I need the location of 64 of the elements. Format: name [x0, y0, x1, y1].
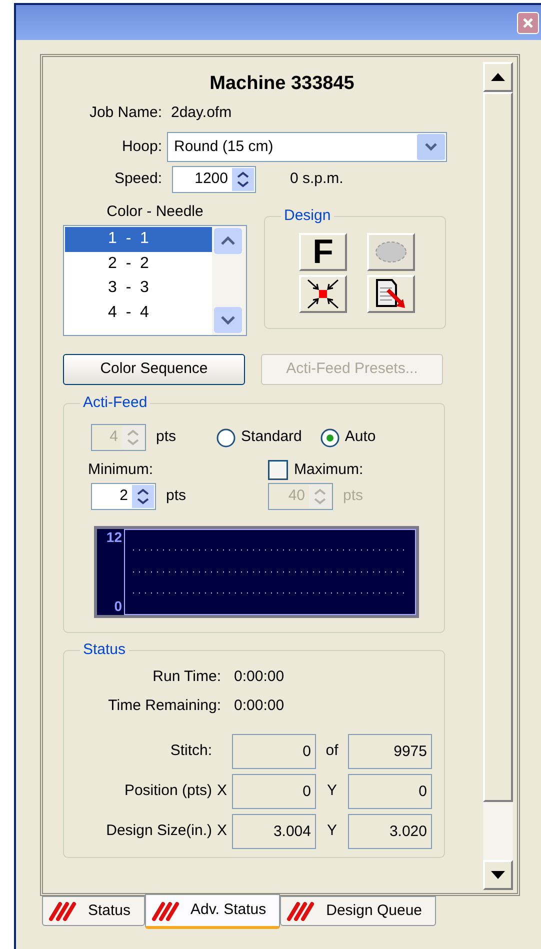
color-needle-item[interactable]: 1 - 1	[65, 227, 212, 252]
hoop-label: Hoop:	[120, 136, 162, 157]
spin-arrows-icon[interactable]	[232, 168, 254, 191]
row-label: Position (pts)	[123, 781, 212, 802]
page-arrow-icon	[374, 278, 408, 310]
speed-reading: 0 s.p.m.	[290, 169, 344, 190]
minimum-label: Minimum:	[88, 460, 154, 480]
value-field: 3.004	[232, 814, 316, 849]
tab[interactable]: Design Queue	[280, 896, 436, 926]
action-button[interactable]: Color Sequence	[63, 354, 245, 385]
time-value: 0:00:00	[234, 667, 284, 688]
dashed-ellipse-icon	[374, 240, 408, 264]
design-tool-button[interactable]: F	[299, 233, 347, 271]
axis-label: X	[216, 781, 228, 802]
job-name-label: Job Name:	[88, 102, 162, 123]
color-needle-item[interactable]: 3 - 3	[65, 276, 212, 300]
value-field: 0	[232, 734, 316, 769]
letter-label: F	[312, 235, 334, 269]
up-triangle-icon	[491, 73, 505, 81]
row-label: Stitch:	[169, 741, 212, 762]
time-label: Run Time:	[152, 667, 221, 688]
color-needle-label: Color - Needle	[106, 202, 204, 222]
graph-axis-label: 12	[106, 529, 122, 546]
machine-title: Machine 333845	[208, 72, 356, 96]
close-button[interactable]	[517, 12, 539, 34]
scroll-up-icon[interactable]	[214, 228, 242, 254]
value-field: 0	[232, 774, 316, 809]
scroll-down-button[interactable]	[483, 860, 513, 890]
scroll-down-icon[interactable]	[214, 307, 242, 333]
separator-label: of	[324, 741, 340, 762]
color-needle-item[interactable]: 2 - 2	[65, 252, 212, 276]
tab[interactable]: Status	[42, 896, 145, 926]
color-needle-item[interactable]: 4 - 4	[65, 300, 212, 325]
design-tool-button[interactable]	[299, 275, 347, 313]
value-field: 9975	[348, 734, 432, 769]
stripes-icon	[286, 901, 316, 921]
arrows-to-center-icon	[305, 277, 341, 311]
speed-label: Speed:	[113, 169, 162, 190]
design-tool-button[interactable]	[367, 275, 415, 313]
graph-axis-label: 0	[114, 598, 122, 615]
row-label: Design Size(in.)	[105, 821, 212, 842]
color-needle-list[interactable]: 1 - 1 2 - 2 3 - 3 4 - 4	[63, 225, 247, 336]
scroll-track[interactable]	[483, 802, 513, 860]
close-icon	[522, 16, 534, 28]
tab[interactable]: Adv. Status	[144, 894, 280, 929]
unit-label: pts	[156, 427, 176, 448]
scroll-up-button[interactable]	[483, 62, 513, 92]
hoop-dropdown[interactable]: Round (15 cm)	[167, 132, 447, 162]
list-scrollbar[interactable]	[212, 226, 246, 335]
down-triangle-icon	[491, 871, 505, 879]
value-field: 3.020	[348, 814, 432, 849]
time-label: Time Remaining:	[107, 696, 221, 716]
stripes-icon	[48, 901, 78, 921]
spin-field[interactable]: 1200	[172, 166, 256, 193]
separator-label: Y	[326, 781, 338, 802]
separator-label: Y	[326, 821, 338, 842]
unit-label: pts	[166, 486, 186, 506]
dropdown-caret-icon	[417, 134, 445, 160]
unit-label: pts	[343, 486, 364, 506]
time-value: 0:00:00	[234, 696, 284, 716]
stripes-icon	[150, 900, 181, 920]
value-field: 0	[348, 774, 432, 809]
axis-label: X	[216, 821, 228, 842]
job-name-value: 2day.ofm	[171, 102, 232, 123]
